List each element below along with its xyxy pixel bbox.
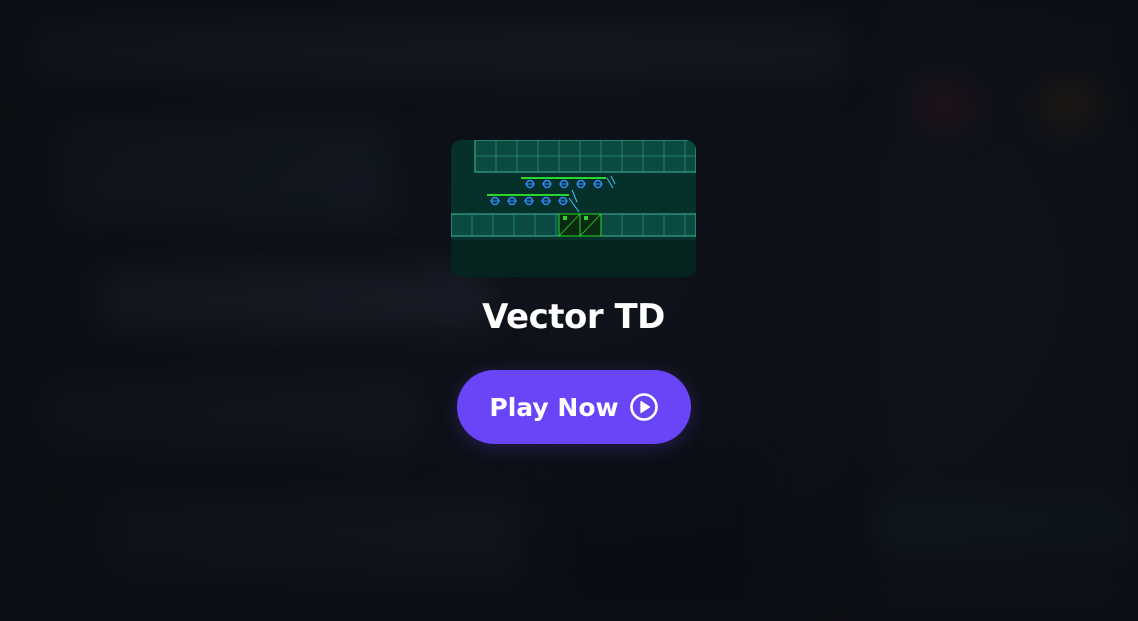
play-now-button[interactable]: Play Now	[457, 370, 691, 444]
game-thumbnail-image	[451, 140, 696, 277]
game-title: Vector TD	[482, 297, 665, 337]
game-thumbnail[interactable]	[451, 140, 696, 277]
play-now-label: Play Now	[489, 392, 619, 422]
game-launch-card: Vector TD Play Now	[0, 0, 1138, 621]
play-circle-icon	[629, 392, 659, 422]
